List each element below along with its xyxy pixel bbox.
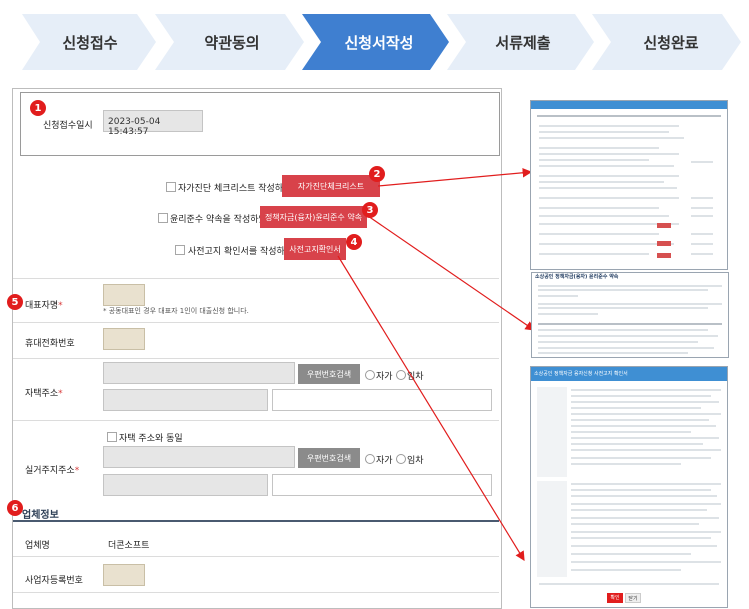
notice-confirm-button[interactable]: 확인 [607, 593, 623, 603]
notice-close-button[interactable]: 닫기 [625, 593, 641, 603]
notice-popup-header: 소상공인 정책자금 융자신청 사전고지 확인서 [531, 367, 727, 381]
checklist-popup [530, 100, 728, 270]
ethics-popup-title: 소상공인 정책자금(융자) 윤리준수 약속 [532, 273, 728, 281]
checklist-popup-header [531, 101, 727, 109]
notice-popup: 소상공인 정책자금 융자신청 사전고지 확인서 확인 닫기 [530, 366, 728, 608]
ethics-popup: 소상공인 정책자금(융자) 윤리준수 약속 [531, 272, 729, 358]
